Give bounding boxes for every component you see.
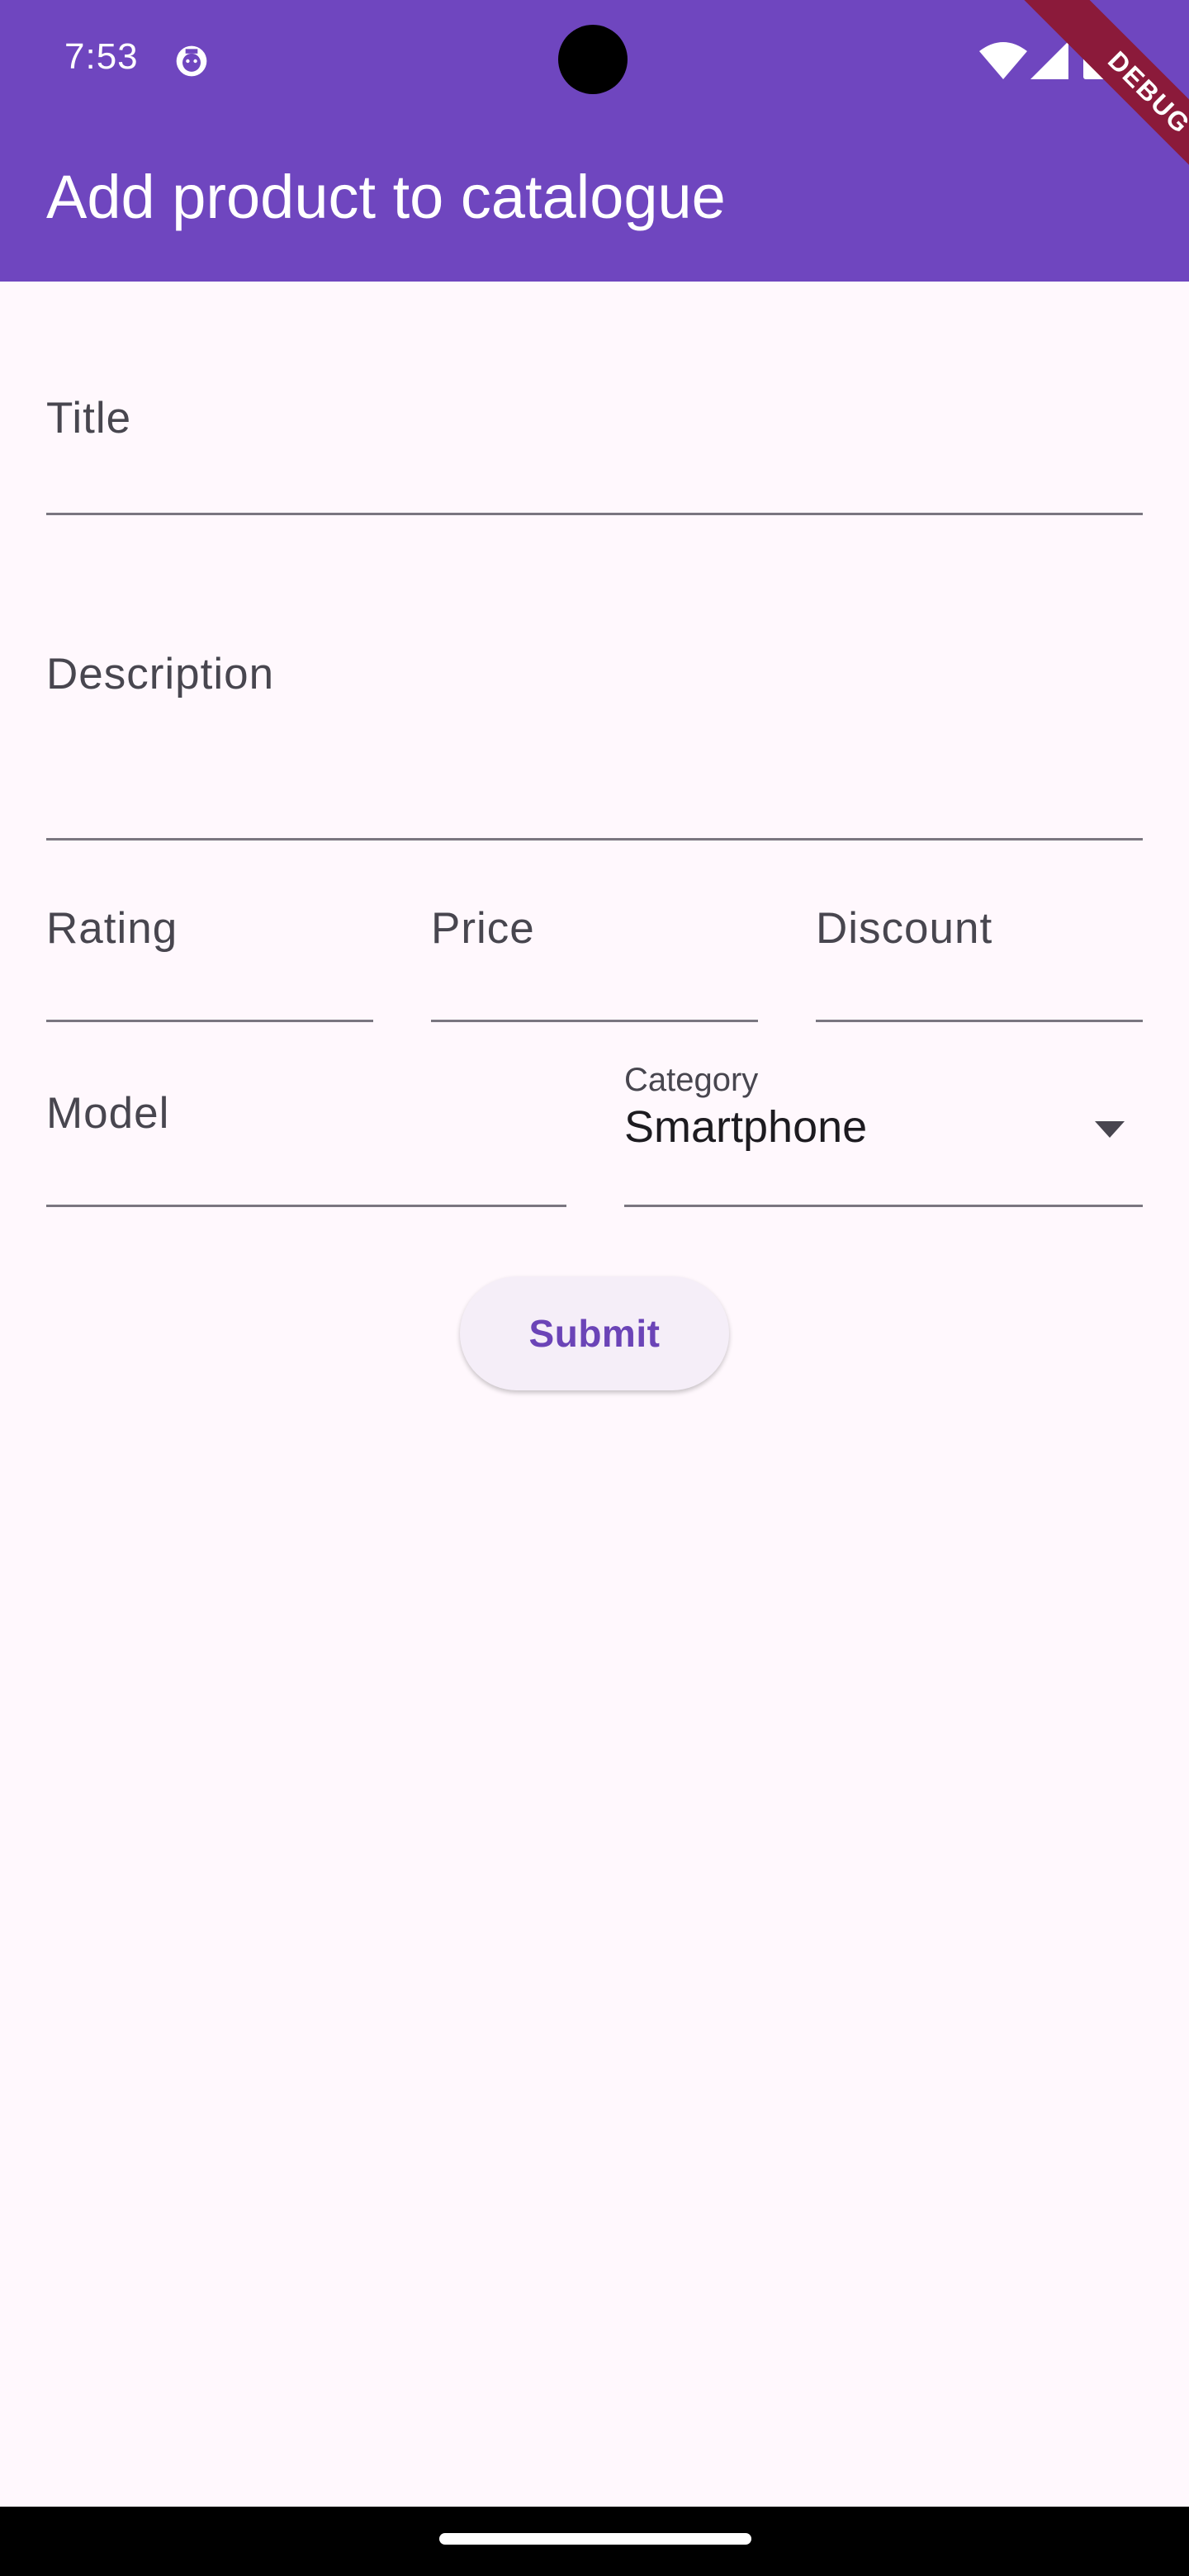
- debug-banner: DEBUG: [1021, 0, 1189, 220]
- category-dropdown[interactable]: Category Smartphone: [624, 1062, 1143, 1207]
- home-gesture-handle[interactable]: [439, 2533, 751, 2545]
- description-field-underline: [46, 838, 1143, 841]
- signal-icon: [1030, 41, 1068, 79]
- price-field-underline: [431, 1020, 758, 1022]
- price-field-label: Price: [431, 904, 535, 953]
- title-field-underline: [46, 513, 1143, 515]
- rating-field-underline: [46, 1020, 373, 1022]
- rating-field[interactable]: Rating: [46, 892, 373, 1022]
- status-time: 7:53: [64, 36, 139, 77]
- price-field[interactable]: Price: [431, 892, 758, 1022]
- model-field[interactable]: Model: [46, 1077, 566, 1207]
- model-field-underline: [46, 1205, 566, 1207]
- camera-cutout: [558, 25, 628, 94]
- title-field-label: Title: [46, 394, 132, 443]
- discount-field[interactable]: Discount: [816, 892, 1143, 1022]
- category-dropdown-value: Smartphone: [624, 1102, 868, 1152]
- model-field-label: Model: [46, 1089, 170, 1138]
- description-field-label: Description: [46, 650, 275, 698]
- title-field[interactable]: Title: [46, 380, 1143, 515]
- description-field[interactable]: Description: [46, 636, 1143, 841]
- app-bar: 7:53 DEBUG Add product to catalogue: [0, 0, 1189, 282]
- category-dropdown-label: Category: [624, 1062, 759, 1098]
- discount-field-underline: [816, 1020, 1143, 1022]
- app-notification-icon: [176, 45, 207, 77]
- dropdown-arrow-icon[interactable]: [1095, 1121, 1125, 1138]
- submit-button[interactable]: Submit: [460, 1276, 729, 1390]
- category-dropdown-underline: [624, 1205, 1143, 1207]
- discount-field-label: Discount: [816, 904, 993, 953]
- wifi-icon: [979, 42, 1027, 79]
- page-title: Add product to catalogue: [46, 163, 726, 231]
- rating-field-label: Rating: [46, 904, 178, 953]
